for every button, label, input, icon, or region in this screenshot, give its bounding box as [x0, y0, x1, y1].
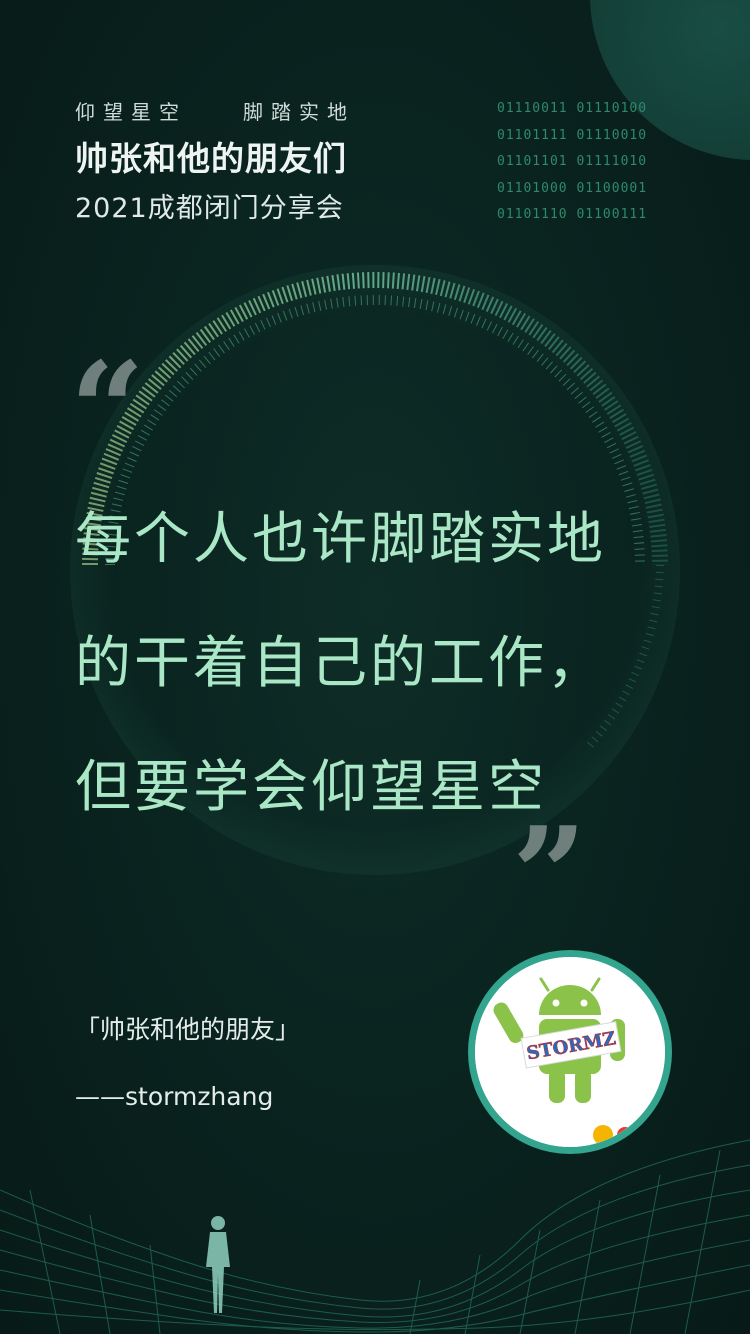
- tagline: 仰望星空 脚踏实地: [75, 96, 355, 126]
- main-quote: 每个人也许脚踏实地 的干着自己的工作， 但要学会仰望星空: [75, 478, 635, 850]
- header: 仰望星空 脚踏实地 帅张和他的朋友们 2021成都闭门分享会: [75, 96, 355, 225]
- tagline-right: 脚踏实地: [243, 100, 355, 124]
- tagline-left: 仰望星空: [75, 100, 187, 124]
- attribution-author: ——stormzhang: [75, 1082, 274, 1111]
- binary-line: 01101000 01100001: [497, 180, 648, 196]
- binary-line: 01110011 01110100: [497, 101, 648, 116]
- poster: 仰望星空 脚踏实地 帅张和他的朋友们 2021成都闭门分享会 01110011 0…: [0, 0, 750, 1334]
- wireframe-terrain-icon: [0, 1139, 750, 1334]
- open-quote-mark: “: [70, 333, 145, 486]
- attribution: 「帅张和他的朋友」 ——stormzhang: [75, 1010, 300, 1111]
- person-silhouette-icon: [206, 1216, 230, 1313]
- binary-line: 01101101 01111010: [497, 154, 648, 169]
- quote-line-2: 的干着自己的工作，: [75, 631, 606, 696]
- binary-code-block: 01110011 01110100 01101111 01110010 0110…: [497, 96, 647, 229]
- attribution-source: 「帅张和他的朋友」: [75, 1015, 301, 1044]
- binary-line: 01101111 01110010: [497, 127, 648, 143]
- event-subtitle: 2021成都闭门分享会: [75, 193, 344, 224]
- binary-line: 01101110 01100111: [497, 207, 648, 222]
- quote-line-1: 每个人也许脚踏实地: [75, 507, 606, 572]
- close-quote-mark: ”: [512, 798, 587, 951]
- event-title: 帅张和他的朋友们: [75, 139, 347, 178]
- android-mascot-icon: STORMZ: [475, 957, 665, 1147]
